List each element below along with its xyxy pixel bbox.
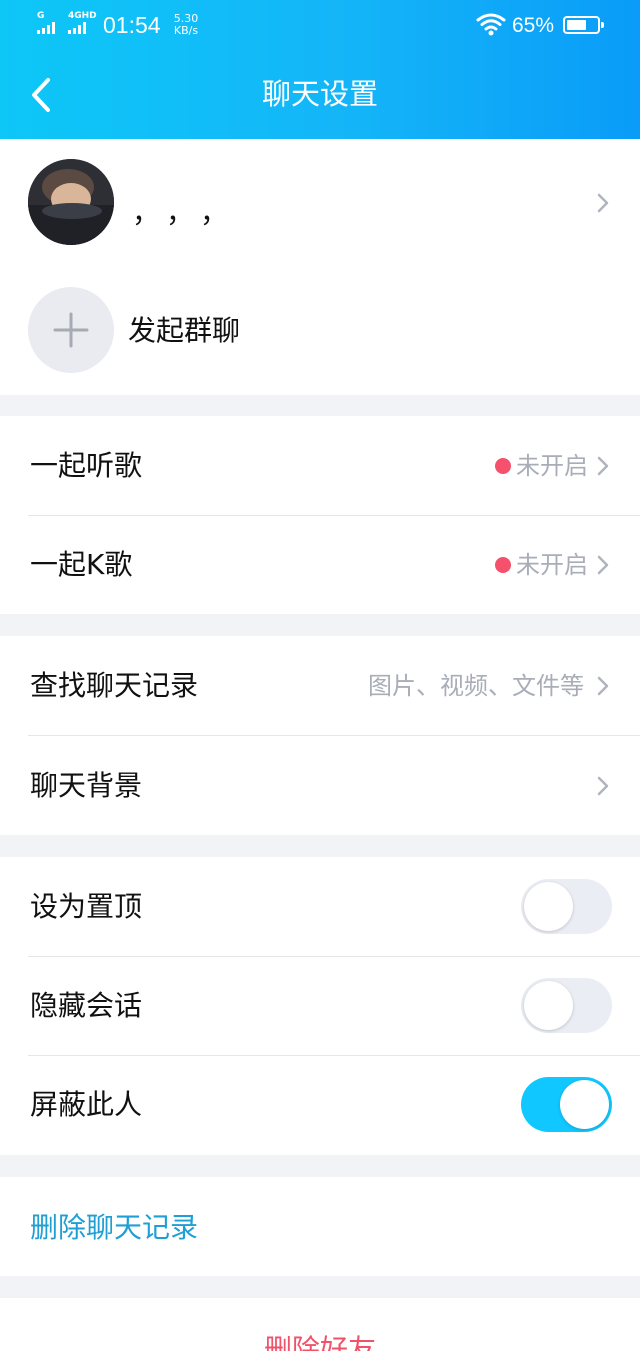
signal-label-1: G: [37, 11, 45, 21]
history-section: 查找聊天记录 图片、视频、文件等 聊天背景: [0, 636, 640, 835]
delete-history-section: 删除聊天记录: [0, 1177, 640, 1276]
toggle-knob: [524, 981, 573, 1030]
battery-percent: 65%: [512, 14, 555, 37]
search-history-hint: 图片、视频、文件等: [368, 672, 584, 700]
chevron-right-icon: [597, 676, 609, 696]
page-title: 聊天设置: [261, 77, 378, 111]
block-user-toggle[interactable]: [521, 1077, 612, 1132]
status-bar: G 4GHD 01:54 5.30 KB/s 65%: [0, 0, 640, 52]
hide-chat-row: 隐藏会话: [0, 957, 640, 1055]
chat-background-label: 聊天背景: [30, 769, 143, 802]
chat-background-row[interactable]: 聊天背景: [0, 736, 640, 835]
search-history-label: 查找聊天记录: [30, 669, 199, 702]
karaoke-together-status: 未开启: [516, 551, 588, 579]
hide-chat-toggle[interactable]: [521, 978, 612, 1033]
contact-row[interactable]: [0, 139, 640, 267]
avatar: [28, 159, 114, 245]
signal-label-2: 4GHD: [68, 11, 97, 21]
status-dot-icon: [495, 458, 511, 474]
block-user-row: 屏蔽此人: [0, 1056, 640, 1155]
plus-icon: [53, 312, 89, 348]
chevron-right-icon: [597, 776, 609, 796]
listen-together-status: 未开启: [516, 452, 588, 480]
pin-chat-row: 设为置顶: [0, 857, 640, 956]
toggles-section: 设为置顶 隐藏会话 屏蔽此人: [0, 857, 640, 1155]
pin-chat-toggle[interactable]: [521, 879, 612, 934]
toggle-knob: [524, 882, 573, 931]
header: G 4GHD 01:54 5.30 KB/s 65% 聊天设置: [0, 0, 640, 139]
avatar-image: [28, 159, 114, 245]
hide-chat-label: 隐藏会话: [30, 989, 143, 1022]
start-group-chat-label: 发起群聊: [128, 314, 241, 347]
network-speed: 5.30 KB/s: [172, 13, 200, 37]
pin-chat-label: 设为置顶: [30, 890, 143, 923]
speed-unit: KB/s: [173, 24, 199, 37]
battery-icon: [563, 16, 604, 34]
contact-name: ，，，: [132, 196, 249, 229]
status-time: 01:54: [103, 12, 161, 38]
wifi-icon: [476, 13, 506, 36]
toggle-knob: [560, 1080, 609, 1129]
karaoke-together-row[interactable]: 一起K歌 未开启: [0, 516, 640, 614]
delete-friend-section: 删除好友: [0, 1298, 640, 1351]
search-history-row[interactable]: 查找聊天记录 图片、视频、文件等: [0, 636, 640, 735]
status-dot-icon: [495, 557, 511, 573]
together-section: 一起听歌 未开启 一起K歌 未开启: [0, 416, 640, 614]
chevron-right-icon: [597, 456, 609, 476]
add-circle: [28, 287, 114, 373]
chevron-right-icon: [597, 555, 609, 575]
listen-together-label: 一起听歌: [30, 449, 143, 482]
signal-icon-2: [68, 22, 86, 34]
battery-fill: [567, 20, 586, 30]
delete-friend-button[interactable]: 删除好友: [0, 1330, 640, 1351]
signal-icon: [37, 22, 55, 34]
chevron-right-icon: [597, 193, 609, 213]
delete-history-button[interactable]: 删除聊天记录: [30, 1208, 198, 1248]
block-user-label: 屏蔽此人: [30, 1088, 143, 1121]
karaoke-together-label: 一起K歌: [30, 548, 133, 581]
profile-section: ，，， 发起群聊: [0, 139, 640, 395]
start-group-chat-button[interactable]: 发起群聊: [0, 267, 640, 395]
listen-together-row[interactable]: 一起听歌 未开启: [0, 416, 640, 515]
